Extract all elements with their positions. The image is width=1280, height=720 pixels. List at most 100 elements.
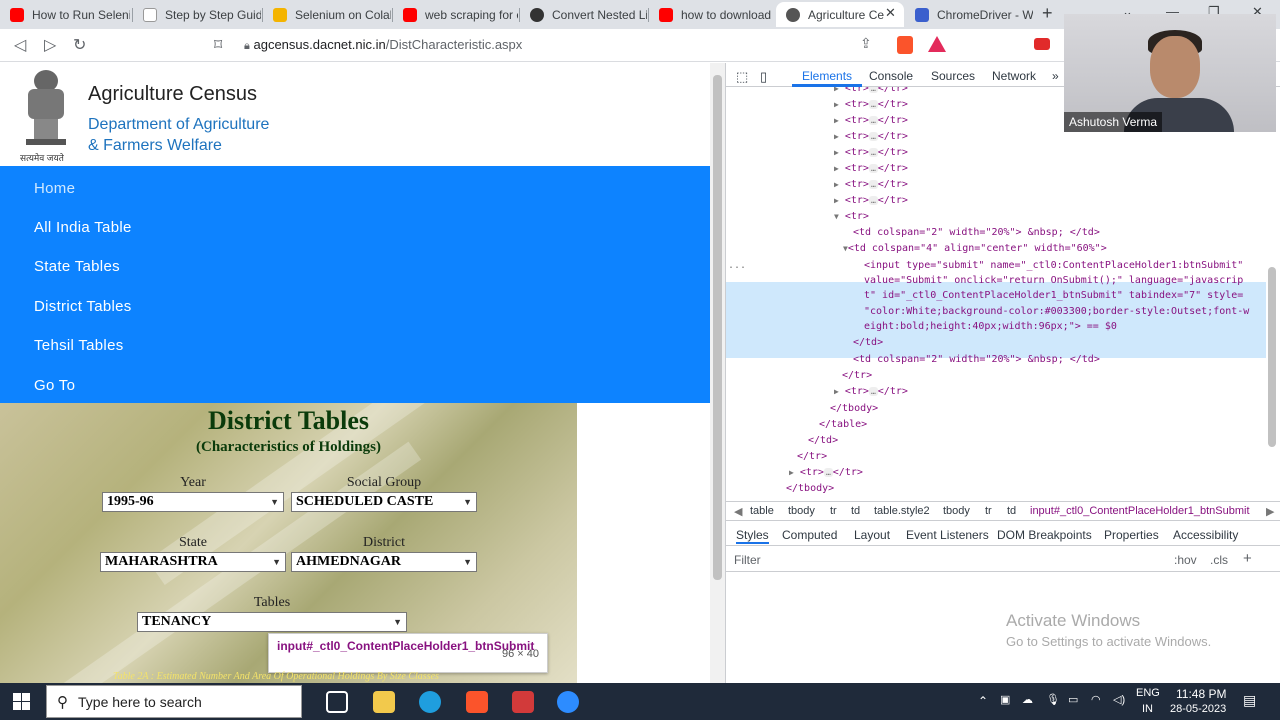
dom-node[interactable]: ▶ <tr>… </tr> <box>834 147 908 158</box>
dom-node[interactable]: <td colspan="2" width="20%"> &nbsp; </td… <box>853 227 1100 238</box>
breadcrumb-item[interactable]: td <box>851 505 860 517</box>
forward-icon[interactable]: ▷ <box>44 35 56 55</box>
dom-node[interactable]: </tr> <box>797 451 827 462</box>
add-rule-icon[interactable]: + <box>1243 550 1252 567</box>
menu-item-home[interactable]: Home <box>34 180 75 197</box>
subtab-properties[interactable]: Properties <box>1104 528 1159 542</box>
menu-item-state-tables[interactable]: State Tables <box>34 258 120 275</box>
menu-item-go-to[interactable]: Go To <box>34 377 75 394</box>
tray-expand-icon[interactable]: ⌃ <box>978 694 988 708</box>
menu-item-tehsil-tables[interactable]: Tehsil Tables <box>34 337 124 354</box>
dom-node[interactable]: <td colspan="2" width="20%"> &nbsp; </td… <box>853 354 1100 365</box>
file-explorer-icon[interactable] <box>373 691 395 713</box>
breadcrumb-item[interactable]: tbody <box>943 505 970 517</box>
tab-elements[interactable]: Elements <box>802 69 852 83</box>
dom-node[interactable]: </tbody> <box>830 403 878 414</box>
clock-date[interactable]: 28-05-2023 <box>1170 703 1226 715</box>
dom-tree-scrollbar[interactable] <box>1266 87 1278 497</box>
dom-node[interactable]: ▶ <tr>… </tr> <box>834 99 908 110</box>
dom-node[interactable]: ▶ <tr>… </tr> <box>834 131 908 142</box>
breadcrumb-item[interactable]: table <box>750 505 774 517</box>
zoom-icon[interactable] <box>557 691 579 713</box>
class-toggle[interactable]: .cls <box>1210 553 1228 567</box>
onedrive-icon[interactable]: ☁ <box>1022 693 1033 706</box>
dom-node[interactable]: ▶ <tr>… </tr> <box>834 386 908 397</box>
notifications-icon[interactable]: ▤ <box>1243 692 1256 709</box>
browser-tab[interactable]: Step by Step Guide <box>133 2 261 27</box>
state-select[interactable]: MAHARASHTRA ▼ <box>100 552 286 572</box>
device-toolbar-icon[interactable]: ▯ <box>760 69 767 85</box>
menu-item-district-tables[interactable]: District Tables <box>34 298 132 315</box>
windows-start-icon[interactable] <box>13 693 30 710</box>
browser-tab[interactable]: How to Run Seleni <box>0 2 130 27</box>
more-tabs-icon[interactable]: » <box>1052 69 1059 83</box>
task-view-icon[interactable] <box>326 691 348 713</box>
node-menu-icon[interactable]: ... <box>728 260 746 271</box>
dom-node[interactable]: </td> <box>853 337 883 348</box>
language-line-1[interactable]: ENG <box>1136 687 1160 699</box>
battery-icon[interactable]: ▭ <box>1068 693 1078 706</box>
bookmark-icon[interactable]: ⌑ <box>214 35 222 55</box>
scrollbar-thumb[interactable] <box>1268 267 1276 447</box>
social-group-select[interactable]: SCHEDULED CASTE ▼ <box>291 492 477 512</box>
breadcrumb-item[interactable]: tbody <box>788 505 815 517</box>
page-scrollbar[interactable] <box>710 63 725 683</box>
district-select[interactable]: AHMEDNAGAR ▼ <box>291 552 477 572</box>
subtab-accessibility[interactable]: Accessibility <box>1173 528 1238 542</box>
scrollbar-thumb[interactable] <box>713 75 722 580</box>
breadcrumb-item[interactable]: table.style2 <box>874 505 930 517</box>
brave-rewards-icon[interactable] <box>928 36 946 52</box>
tab-network[interactable]: Network <box>992 69 1036 83</box>
brave-shield-icon[interactable] <box>897 36 913 54</box>
close-tab-icon[interactable]: ✕ <box>885 5 896 21</box>
dom-node[interactable]: ▶ <tr>… </tr> <box>834 195 908 206</box>
selected-input-line[interactable]: <input type="submit" name="_ctl0:Content… <box>864 260 1243 271</box>
back-icon[interactable]: ◁ <box>14 35 26 55</box>
subtab-event-listeners[interactable]: Event Listeners <box>906 528 989 542</box>
dom-node[interactable]: </table> <box>819 419 867 430</box>
clock-time[interactable]: 11:48 PM <box>1176 687 1226 701</box>
dom-node-expanded[interactable]: ▼ <tr> <box>834 211 869 222</box>
new-tab-button[interactable]: + <box>1042 3 1053 24</box>
tab-console[interactable]: Console <box>869 69 913 83</box>
breadcrumb-item-current[interactable]: input#_ctl0_ContentPlaceHolder1_btnSubmi… <box>1030 505 1250 517</box>
browser-tab[interactable]: ChromeDriver - W <box>905 2 1033 27</box>
hover-state-toggle[interactable]: :hov <box>1174 553 1197 567</box>
snipping-tool-icon[interactable] <box>512 691 534 713</box>
breadcrumb-item[interactable]: tr <box>985 505 992 517</box>
dom-node[interactable]: </tr> <box>842 370 872 381</box>
share-icon[interactable]: ⇪ <box>860 35 872 52</box>
breadcrumb-scroll-left-icon[interactable]: ◀ <box>734 505 742 518</box>
brave-icon[interactable] <box>466 691 488 713</box>
edge-icon[interactable] <box>419 691 441 713</box>
styles-filter-input[interactable]: Filter <box>734 553 1034 567</box>
menu-item-all-india-table[interactable]: All India Table <box>34 219 132 236</box>
volume-icon[interactable]: ◁) <box>1113 693 1125 706</box>
tables-select[interactable]: TENANCY ▼ <box>137 612 407 632</box>
dom-node[interactable]: ▶ <tr>… </tr> <box>834 179 908 190</box>
dom-node-expanded[interactable]: ▼<td colspan="4" align="center" width="6… <box>843 243 1107 254</box>
breadcrumb-scroll-right-icon[interactable]: ▶ <box>1266 505 1274 518</box>
breadcrumb-item[interactable]: td <box>1007 505 1016 517</box>
subtab-computed[interactable]: Computed <box>782 528 837 542</box>
year-select[interactable]: 1995-96 ▼ <box>102 492 284 512</box>
subtab-styles[interactable]: Styles <box>736 528 769 544</box>
reload-icon[interactable]: ↻ <box>73 35 86 55</box>
taskbar-search-box[interactable]: ⚲ Type here to search <box>46 685 302 718</box>
microphone-icon[interactable]: 🎙︎ <box>1046 693 1060 706</box>
address-bar[interactable]: 🔒︎ agcensus.dacnet.nic.in/DistCharacteri… <box>244 33 522 57</box>
dom-node[interactable]: ▶ <tr>… </tr> <box>789 467 863 478</box>
tray-app-icon[interactable]: ▣ <box>1000 693 1010 706</box>
subtab-layout[interactable]: Layout <box>854 528 890 542</box>
subtab-dom-breakpoints[interactable]: DOM Breakpoints <box>997 528 1092 542</box>
inspect-element-icon[interactable]: ⬚ <box>736 69 748 85</box>
breadcrumb-item[interactable]: tr <box>830 505 837 517</box>
dom-node[interactable]: </tbody> <box>786 483 834 494</box>
browser-tab[interactable]: Selenium on Colab <box>263 2 391 27</box>
browser-tab[interactable]: Convert Nested Li <box>520 2 647 27</box>
language-line-2[interactable]: IN <box>1142 703 1153 715</box>
browser-tab[interactable]: web scraping for c <box>393 2 518 27</box>
tab-sources[interactable]: Sources <box>931 69 975 83</box>
extension-icon[interactable] <box>1034 38 1050 50</box>
dom-node[interactable]: ▶ <tr>… </tr> <box>834 163 908 174</box>
